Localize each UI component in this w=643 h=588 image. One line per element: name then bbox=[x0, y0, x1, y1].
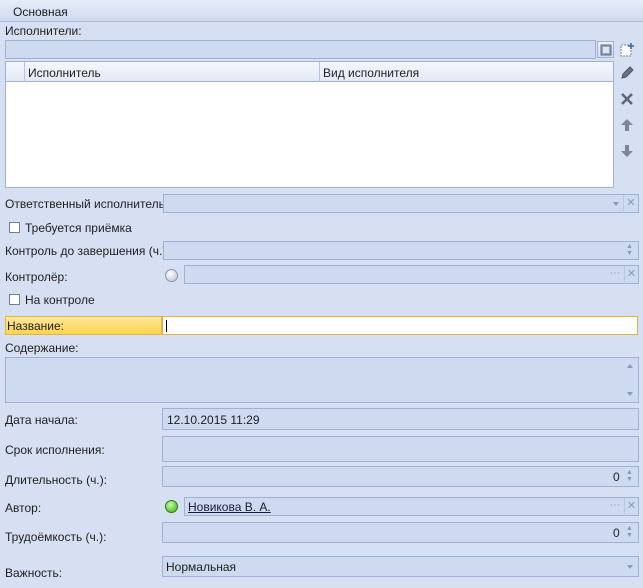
control-until-spinner[interactable]: ▲ ▼ bbox=[626, 243, 636, 258]
start-date-label: Дата начала: bbox=[5, 413, 78, 427]
controller-clear-button[interactable]: ✕ bbox=[625, 267, 638, 282]
delete-performer-button[interactable] bbox=[617, 89, 637, 109]
due-date-input[interactable] bbox=[162, 436, 639, 462]
author-browse-button[interactable]: ··· bbox=[606, 498, 624, 515]
content-scrollbar[interactable] bbox=[623, 358, 638, 402]
on-control-label: На контроле bbox=[25, 293, 95, 307]
acceptance-label: Требуется приёмка bbox=[25, 221, 132, 235]
column-header-performer-type[interactable]: Вид исполнителя bbox=[323, 66, 419, 80]
performers-table[interactable]: Исполнитель Вид исполнителя bbox=[5, 61, 614, 188]
due-date-label: Срок исполнения: bbox=[5, 443, 105, 457]
duration-label: Длительность (ч.): bbox=[5, 473, 108, 487]
acceptance-checkbox[interactable] bbox=[9, 222, 20, 233]
start-date-input[interactable]: 12.10.2015 11:29 bbox=[162, 408, 639, 430]
author-select[interactable]: Новикова В. А. ··· ✕ bbox=[184, 497, 639, 516]
importance-dropdown-button[interactable] bbox=[622, 557, 638, 576]
panel-header bbox=[0, 0, 643, 22]
clear-icon: ✕ bbox=[626, 500, 637, 512]
clear-icon: ✕ bbox=[626, 268, 637, 280]
ellipsis-icon: ··· bbox=[609, 499, 621, 511]
add-icon bbox=[620, 43, 634, 57]
duration-input[interactable]: 0 ▲ ▼ bbox=[162, 466, 639, 487]
responsible-select[interactable]: ✕ bbox=[163, 194, 639, 213]
scroll-down-icon[interactable] bbox=[627, 392, 633, 396]
chevron-down-icon bbox=[627, 564, 633, 569]
author-clear-button[interactable]: ✕ bbox=[625, 499, 638, 514]
name-input[interactable] bbox=[162, 316, 638, 335]
performers-toolbar bbox=[5, 40, 596, 59]
author-label: Автор: bbox=[5, 501, 42, 515]
effort-value: 0 bbox=[613, 526, 620, 540]
add-performer-button[interactable] bbox=[617, 40, 637, 60]
status-gray-icon bbox=[165, 269, 178, 282]
start-date-value: 12.10.2015 11:29 bbox=[167, 413, 260, 427]
arrow-down-icon bbox=[621, 145, 633, 157]
performers-label: Исполнители: bbox=[5, 24, 82, 38]
author-value[interactable]: Новикова В. А. bbox=[188, 500, 271, 514]
importance-select[interactable]: Нормальная bbox=[162, 556, 639, 577]
status-green-icon bbox=[165, 500, 178, 513]
name-label-box: Название: bbox=[5, 316, 162, 335]
duration-value: 0 bbox=[613, 470, 620, 484]
content-label: Содержание: bbox=[5, 341, 79, 355]
text-caret bbox=[166, 320, 167, 332]
responsible-dropdown-button[interactable] bbox=[608, 195, 623, 212]
delete-icon bbox=[621, 93, 633, 105]
performers-table-header: Исполнитель Вид исполнителя bbox=[6, 62, 613, 82]
content-textarea[interactable] bbox=[5, 357, 639, 403]
move-down-button[interactable] bbox=[617, 141, 637, 161]
effort-input[interactable]: 0 ▲ ▼ bbox=[162, 522, 639, 543]
name-label: Название: bbox=[7, 319, 64, 333]
ellipsis-icon: ··· bbox=[609, 267, 621, 279]
table-select-icon bbox=[600, 44, 611, 55]
control-until-input[interactable]: ▲ ▼ bbox=[163, 241, 639, 260]
responsible-label: Ответственный исполнитель: bbox=[5, 197, 169, 211]
pencil-icon bbox=[621, 66, 634, 79]
column-header-performer[interactable]: Исполнитель bbox=[28, 66, 101, 80]
duration-spinner[interactable]: ▲ ▼ bbox=[626, 469, 636, 484]
scroll-up-icon[interactable] bbox=[627, 364, 633, 368]
clear-icon: ✕ bbox=[626, 197, 636, 209]
chevron-down-icon bbox=[612, 201, 619, 206]
arrow-up-icon bbox=[621, 119, 633, 131]
panel-title: Основная bbox=[13, 5, 68, 19]
table-select-button[interactable] bbox=[597, 41, 614, 58]
effort-spinner[interactable]: ▲ ▼ bbox=[626, 525, 636, 540]
importance-label: Важность: bbox=[5, 566, 63, 580]
on-control-checkbox[interactable] bbox=[9, 294, 20, 305]
controller-select[interactable]: ··· ✕ bbox=[184, 265, 639, 284]
importance-value: Нормальная bbox=[166, 560, 236, 574]
edit-performer-button[interactable] bbox=[617, 63, 637, 83]
effort-label: Трудоёмкость (ч.): bbox=[5, 530, 107, 544]
controller-label: Контролёр: bbox=[5, 270, 68, 284]
controller-browse-button[interactable]: ··· bbox=[606, 266, 624, 283]
control-until-label: Контроль до завершения (ч.): bbox=[5, 244, 170, 258]
move-up-button[interactable] bbox=[617, 115, 637, 135]
responsible-clear-button[interactable]: ✕ bbox=[624, 196, 638, 211]
